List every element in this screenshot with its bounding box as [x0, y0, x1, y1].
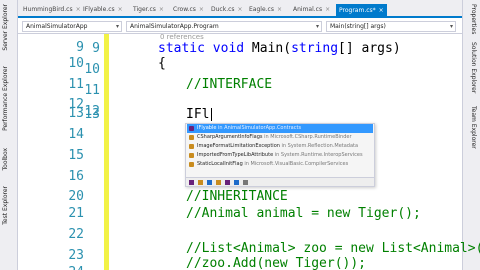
tab-duck[interactable]: Duck.cs ×: [208, 3, 246, 16]
tab-label: Crow.cs: [173, 6, 196, 13]
method-name: Main(: [244, 41, 292, 56]
completion-name: ImageFormatLimitationException: [197, 143, 280, 149]
completion-namespace: in Microsoft.CSharp.RuntimeBinder: [264, 134, 352, 140]
code-line-21: //Animal animal = new Tiger();: [186, 206, 421, 221]
test-explorer-tab[interactable]: Test Explorer: [2, 186, 9, 225]
line-number-11: 11: [68, 77, 84, 92]
class-icon: [189, 153, 194, 158]
code-line-10: {: [158, 56, 166, 71]
chevron-down-icon: ▾: [449, 23, 453, 30]
tab-label: HummingBird.cs: [23, 6, 73, 13]
completion-name: ImportedFromTypeLibAttribute: [197, 152, 274, 158]
code-line-11: //INTERFACE: [186, 77, 273, 92]
tab-label: Eagle.cs: [249, 6, 274, 13]
change-marker: [104, 34, 109, 270]
document-tab-bar: HummingBird.cs × IFlyable.cs × Tiger.cs × C…: [18, 0, 462, 18]
code-line-9: static void Main(string[] args): [158, 38, 401, 59]
class-dropdown-value: AnimalSimulatorApp.Program: [130, 23, 219, 30]
filter-keyword-icon[interactable]: [243, 180, 248, 185]
completion-item[interactable]: ImportedFromTypeLibAttribute in System.R…: [187, 151, 373, 160]
close-icon[interactable]: ×: [118, 6, 123, 13]
completion-namespace: in System.Runtime.InteropServices: [274, 152, 363, 158]
tab-label: Tiger.cs: [133, 6, 156, 13]
completion-filter-bar: [186, 177, 374, 186]
chevron-down-icon: ▾: [315, 23, 319, 30]
filter-enum-icon[interactable]: [216, 180, 221, 185]
close-icon[interactable]: ×: [379, 7, 384, 14]
completion-name: CSharpArgumentInfoFlags: [197, 134, 263, 140]
completion-namespace: in Microsoft.VisualBasic.CompilerService…: [244, 161, 349, 167]
member-dropdown-value: Main(string[] args): [330, 23, 386, 30]
line-number-21: 21: [68, 206, 84, 221]
close-icon[interactable]: ×: [238, 6, 243, 13]
class-icon: [189, 162, 194, 167]
completion-item[interactable]: StaticLocalInitFlag in Microsoft.VisualB…: [187, 160, 373, 169]
tab-label: Program.cs*: [339, 7, 376, 14]
server-explorer-tab[interactable]: Server Explorer: [2, 4, 9, 51]
code-line-24: //zoo.Add(new Tiger());: [186, 256, 367, 270]
toolbox-tab[interactable]: Toolbox: [2, 148, 9, 171]
intellisense-popup[interactable]: IFlyable in AnimalSimulatorApp.Contracts…: [185, 123, 375, 187]
project-dropdown-value: AnimalSimulatorApp: [26, 23, 88, 30]
close-icon[interactable]: ×: [277, 6, 282, 13]
tab-crow[interactable]: Crow.cs ×: [170, 3, 207, 16]
filter-namespace-icon[interactable]: [234, 180, 239, 185]
tab-label: Animal.cs: [293, 6, 323, 13]
properties-tab[interactable]: Properties: [470, 4, 477, 34]
completion-namespace: in AnimalSimulatorApp.Contracts: [218, 125, 302, 131]
tab-eagle[interactable]: Eagle.cs ×: [246, 3, 285, 16]
completion-name: StaticLocalInitFlag: [197, 161, 243, 167]
tab-label: IFlyable.cs: [83, 6, 115, 13]
text-cursor: [211, 108, 212, 121]
filter-interface-icon[interactable]: [189, 180, 194, 185]
completion-item[interactable]: ImageFormatLimitationException in System…: [187, 142, 373, 151]
navigation-bar: AnimalSimulatorApp ▾ AnimalSimulatorApp.…: [18, 18, 462, 34]
completion-namespace: in System.Reflection.Metadata: [281, 143, 359, 149]
line-number-16: 16: [68, 169, 84, 184]
filter-struct-icon[interactable]: [207, 180, 212, 185]
enum-icon: [189, 135, 194, 140]
filter-delegate-icon[interactable]: [225, 180, 230, 185]
code-line-13: IFl: [186, 107, 210, 122]
class-icon: [189, 144, 194, 149]
close-icon[interactable]: ×: [159, 6, 164, 13]
tab-program[interactable]: Program.cs* ×: [336, 4, 387, 17]
tab-tiger[interactable]: Tiger.cs ×: [130, 3, 167, 16]
chevron-down-icon: ▾: [115, 23, 119, 30]
tab-animal[interactable]: Animal.cs ×: [290, 3, 333, 16]
line-number-13: 13: [68, 106, 84, 121]
right-tool-strip: Properties Solution Explorer Team Explor…: [462, 0, 480, 270]
class-dropdown[interactable]: AnimalSimulatorApp.Program ▾: [126, 21, 322, 32]
project-dropdown[interactable]: AnimalSimulatorApp ▾: [22, 21, 122, 32]
close-icon[interactable]: ×: [325, 6, 330, 13]
solution-explorer-tab[interactable]: Solution Explorer: [470, 42, 477, 93]
member-dropdown[interactable]: Main(string[] args) ▾: [326, 21, 456, 32]
line-number-10: 10: [68, 56, 84, 71]
keyword-void: void: [212, 41, 245, 56]
line-number-22: 22: [68, 227, 84, 242]
filter-class-icon[interactable]: [198, 180, 203, 185]
performance-explorer-tab[interactable]: Performance Explorer: [2, 66, 9, 131]
tab-iflyable[interactable]: IFlyable.cs ×: [80, 3, 126, 16]
completion-name: IFlyable: [197, 125, 217, 131]
parameters: [] args): [338, 41, 401, 56]
tab-hummingbird[interactable]: HummingBird.cs ×: [20, 3, 84, 16]
completion-item[interactable]: CSharpArgumentInfoFlags in Microsoft.CSh…: [187, 133, 373, 142]
team-explorer-tab[interactable]: Team Explorer: [470, 106, 477, 149]
close-icon[interactable]: ×: [199, 6, 204, 13]
line-number-24: 24: [14, 262, 84, 270]
completion-item[interactable]: IFlyable in AnimalSimulatorApp.Contracts: [187, 124, 373, 133]
interface-icon: [189, 126, 194, 131]
line-number-15: 15: [68, 148, 84, 163]
line-number-14: 14: [68, 127, 84, 142]
tab-label: Duck.cs: [211, 6, 235, 13]
keyword-string: string: [291, 41, 339, 56]
